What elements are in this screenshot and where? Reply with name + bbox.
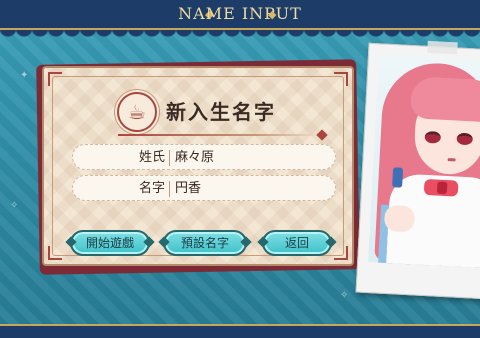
character-portrait <box>368 54 480 269</box>
first-name-field[interactable]: 名字 円香 <box>72 175 336 201</box>
first-name-value[interactable]: 円香 <box>175 176 201 202</box>
hair-bangs <box>409 76 480 123</box>
character-photo <box>355 40 480 300</box>
bow-knot <box>436 181 448 195</box>
hand <box>383 204 416 233</box>
last-name-value[interactable]: 麻々原 <box>175 145 214 171</box>
title-underline <box>118 134 318 136</box>
hair-ribbon <box>392 167 404 188</box>
back-button[interactable]: 返回 <box>262 230 332 256</box>
last-name-label: 姓氏 <box>138 150 165 165</box>
field-divider <box>169 181 170 197</box>
sparkle-icon: ✧ <box>340 290 349 301</box>
default-name-button[interactable]: 預設名字 <box>163 230 247 256</box>
footer-banner <box>0 324 480 338</box>
sparkle-icon: ✧ <box>10 200 19 211</box>
sparkle-icon: ✦ <box>20 70 29 81</box>
last-name-field[interactable]: 姓氏 麻々原 <box>72 144 336 170</box>
corner-ornament-icon <box>48 72 62 86</box>
corner-ornament-icon <box>334 72 348 86</box>
header-lace <box>0 30 480 44</box>
teacup-emblem-icon: ☕ <box>117 92 157 132</box>
corner-ornament-icon <box>48 246 62 260</box>
photo-tape <box>427 40 458 55</box>
right-ornament-icon: ◆ <box>268 8 277 21</box>
mouth <box>447 158 456 162</box>
page-title: NAME INPUT <box>178 4 302 23</box>
corner-ornament-icon <box>334 246 348 260</box>
start-game-button[interactable]: 開始遊戲 <box>70 230 150 256</box>
field-divider <box>169 150 170 166</box>
first-name-label: 名字 <box>138 181 165 196</box>
card-title: 新入生名字 <box>166 100 276 124</box>
